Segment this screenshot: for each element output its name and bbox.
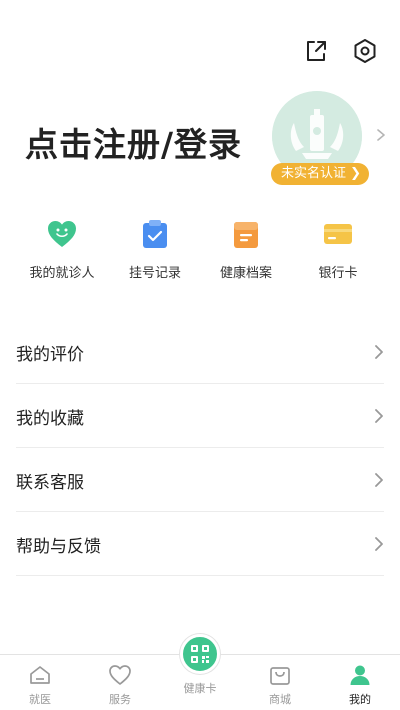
- quick-action-health-records[interactable]: 健康档案: [201, 218, 291, 281]
- quick-action-label: 我的就诊人: [29, 266, 95, 281]
- settings-menu-list: 我的评价 我的收藏 联系客服 帮助与反馈: [16, 320, 384, 576]
- verify-badge-label: 未实名认证: [281, 166, 347, 181]
- tab-health-card[interactable]: 健康卡: [170, 634, 230, 696]
- top-bar: [0, 0, 400, 90]
- chevron-right-icon: [374, 536, 384, 552]
- tab-medical[interactable]: 就医: [10, 663, 70, 707]
- home-icon: [28, 663, 52, 687]
- menu-item-my-reviews[interactable]: 我的评价: [16, 320, 384, 384]
- chevron-right-icon: [374, 472, 384, 488]
- tab-label: 商城: [269, 693, 291, 706]
- tab-label: 我的: [349, 693, 371, 706]
- tab-label: 就医: [29, 693, 51, 706]
- quick-action-registration-records[interactable]: 挂号记录: [110, 218, 200, 281]
- folder-icon: [230, 218, 262, 250]
- settings-gear-icon[interactable]: [352, 38, 378, 64]
- quick-action-bank-card[interactable]: 银行卡: [293, 218, 383, 281]
- menu-item-label: 帮助与反馈: [16, 537, 101, 557]
- menu-item-label: 我的评价: [16, 345, 84, 365]
- tab-label: 健康卡: [183, 682, 217, 695]
- tab-mall[interactable]: 商城: [250, 663, 310, 707]
- chevron-right-icon: [374, 408, 384, 424]
- quick-action-my-patients[interactable]: 我的就诊人: [17, 218, 107, 281]
- chevron-right-icon: [374, 344, 384, 360]
- heart-icon: [46, 218, 78, 250]
- menu-item-label: 联系客服: [16, 473, 84, 493]
- person-icon: [348, 663, 372, 687]
- tab-services[interactable]: 服务: [90, 663, 150, 707]
- menu-item-contact-support[interactable]: 联系客服: [16, 448, 384, 512]
- clipboard-check-icon: [139, 218, 171, 250]
- profile-section[interactable]: 点击注册/登录 未实名认证 ❯: [0, 88, 400, 198]
- chevron-right-icon: ❯: [350, 166, 361, 181]
- menu-item-help-feedback[interactable]: 帮助与反馈: [16, 512, 384, 576]
- qr-code-icon: [180, 634, 220, 674]
- tab-label: 服务: [109, 693, 131, 706]
- login-register-link[interactable]: 点击注册/登录: [25, 118, 242, 166]
- share-icon[interactable]: [303, 38, 329, 64]
- real-name-verify-badge[interactable]: 未实名认证 ❯: [271, 163, 369, 185]
- quick-actions: 我的就诊人 挂号记录 健康档案 银行卡: [0, 218, 400, 288]
- tab-mine[interactable]: 我的: [330, 663, 390, 707]
- quick-action-label: 挂号记录: [128, 266, 181, 281]
- menu-item-label: 我的收藏: [16, 409, 84, 429]
- shopping-bag-icon: [268, 663, 292, 687]
- heart-outline-icon: [108, 663, 132, 687]
- quick-action-label: 银行卡: [318, 266, 358, 281]
- chevron-right-icon: [375, 128, 387, 142]
- card-icon: [322, 218, 354, 250]
- menu-item-my-favorites[interactable]: 我的收藏: [16, 384, 384, 448]
- quick-action-label: 健康档案: [219, 266, 272, 281]
